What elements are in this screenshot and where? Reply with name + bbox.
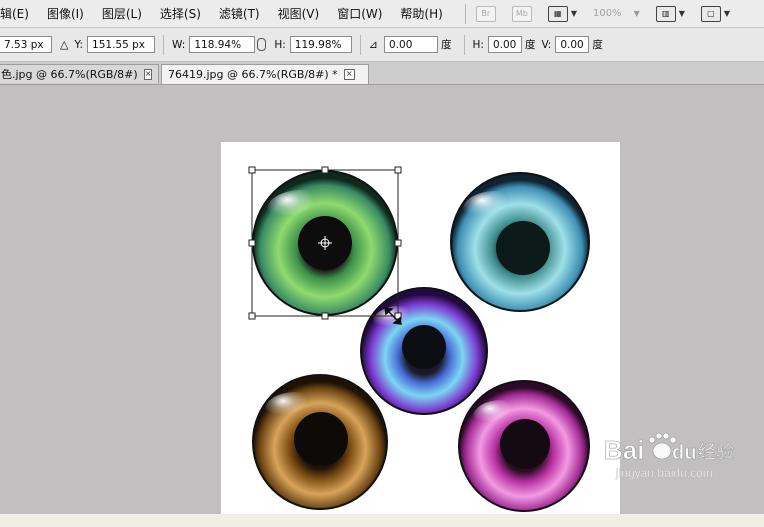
document-tab-bar: 色.jpg @ 66.7%(RGB/8#) × 76419.jpg @ 66.7… [0, 62, 764, 85]
tab-document-2[interactable]: 76419.jpg @ 66.7%(RGB/8#) * × [161, 64, 369, 84]
rotate-field[interactable]: 0.00 [384, 36, 438, 53]
tab-label: 色.jpg @ 66.7%(RGB/8#) [1, 67, 138, 81]
transform-handle [321, 312, 329, 320]
width-scale-field[interactable]: 118.94% [189, 36, 256, 53]
options-bar: 7.53 px △ Y: 151.55 px W: 118.94% H: 119… [0, 28, 764, 62]
menu-layer[interactable]: 图层(L) [102, 5, 142, 22]
chevron-down-icon[interactable]: ▼ [634, 9, 640, 18]
transform-handle [248, 312, 256, 320]
v-skew-label: V: [541, 38, 552, 51]
eye-artwork [248, 166, 590, 512]
transform-handle [394, 166, 402, 174]
y-label: Y: [74, 38, 84, 51]
w-label: W: [172, 38, 186, 51]
menu-bar: 辑(E) 图像(I) 图层(L) 选择(S) 滤镜(T) 视图(V) 窗口(W)… [0, 0, 764, 28]
rotate-unit: 度 [441, 39, 452, 51]
rotate-icon: ⊿ [368, 38, 378, 51]
x-position-field[interactable]: 7.53 px [0, 36, 52, 53]
eye-pink[interactable] [458, 380, 590, 512]
menu-edit[interactable]: 辑(E) [0, 5, 29, 22]
options-separator [163, 34, 165, 55]
height-scale-field[interactable]: 119.98% [289, 36, 352, 53]
v-skew-field[interactable]: 0.00 [555, 36, 590, 53]
close-icon[interactable]: × [343, 69, 355, 80]
eye-teal[interactable] [450, 172, 590, 312]
menu-separator [464, 3, 466, 24]
watermark-brand2: du [672, 442, 696, 464]
mini-bridge-icon[interactable]: Mb [511, 5, 532, 22]
screen-mode-icon[interactable]: ▢ [700, 5, 721, 22]
options-separator [463, 34, 465, 55]
menu-filter[interactable]: 滤镜(T) [219, 5, 260, 22]
chevron-down-icon[interactable]: ▼ [571, 9, 577, 18]
paw-icon [648, 432, 677, 460]
h-skew-unit: 度 [524, 39, 536, 51]
menu-image[interactable]: 图像(I) [47, 5, 84, 22]
arrange-documents-icon[interactable]: ▥ [655, 5, 676, 22]
transform-handle [321, 166, 329, 174]
relative-position-icon[interactable]: △ [60, 38, 68, 51]
screen-view-icon[interactable]: ▦ [547, 5, 568, 22]
watermark-cn: 经验 [698, 442, 734, 463]
options-separator [359, 34, 361, 55]
bridge-icon[interactable]: Br [475, 5, 496, 22]
canvas-workspace[interactable]: Bai du 经验 jingyan.baidu.com [0, 85, 764, 522]
h-label: H: [274, 38, 286, 51]
link-icon[interactable] [257, 38, 267, 51]
chevron-down-icon[interactable]: ▼ [724, 9, 730, 18]
eye-blue[interactable] [360, 287, 488, 415]
eye-brown[interactable] [252, 374, 388, 510]
v-skew-unit: 度 [592, 39, 603, 51]
watermark-url: jingyan.baidu.com [615, 466, 713, 480]
chevron-down-icon[interactable]: ▼ [679, 9, 685, 18]
menu-view[interactable]: 视图(V) [278, 5, 320, 22]
menu-help[interactable]: 帮助(H) [400, 5, 442, 22]
menu-window[interactable]: 窗口(W) [337, 5, 382, 22]
h-skew-field[interactable]: 0.00 [487, 36, 522, 53]
status-strip [0, 514, 764, 527]
document-canvas[interactable] [221, 142, 620, 522]
close-icon[interactable]: × [143, 68, 153, 80]
h-skew-label: H: [472, 38, 484, 51]
tab-document-1[interactable]: 色.jpg @ 66.7%(RGB/8#) × [0, 64, 159, 83]
transform-handle [248, 166, 256, 174]
y-position-field[interactable]: 151.55 px [87, 36, 156, 53]
transform-handle [394, 239, 402, 247]
transform-handle [248, 239, 256, 247]
tab-label: 76419.jpg @ 66.7%(RGB/8#) * [168, 68, 338, 81]
zoom-level-combo[interactable]: 100% [593, 8, 622, 19]
baidu-watermark: Bai du 经验 jingyan.baidu.com [604, 431, 754, 494]
menu-select[interactable]: 选择(S) [160, 5, 201, 22]
